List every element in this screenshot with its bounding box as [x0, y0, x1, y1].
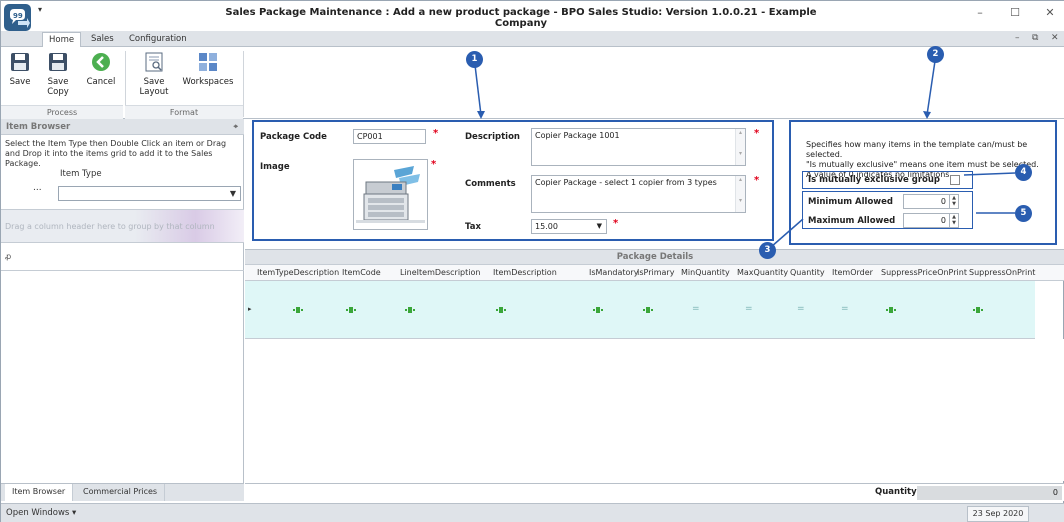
col-quantity[interactable]: Quantity [790, 268, 825, 277]
application-window: 99 ▾ Sales Package Maintenance : Add a n… [0, 0, 1064, 522]
package-details-column-headers: ItemTypeDescription ItemCode LineItemDes… [245, 265, 1064, 281]
totals-row: Quantity 0 [245, 483, 1064, 501]
empty-cell-dash: = [797, 304, 805, 314]
new-cell-icon [643, 307, 653, 313]
col-suppress-on-print[interactable]: SuppressOnPrint [969, 268, 1035, 277]
open-windows-dropdown[interactable]: Open Windows ▾ [6, 508, 76, 518]
empty-cell-dash: = [745, 304, 753, 314]
col-is-mandatory[interactable]: IsMandatory [589, 268, 638, 277]
quantity-label: Quantity [875, 487, 917, 497]
package-details-header: Package Details [245, 249, 1064, 265]
new-cell-icon [593, 307, 603, 313]
row-indicator-icon: ▸ [248, 305, 252, 313]
package-details-body[interactable] [245, 339, 1064, 481]
status-date: 23 Sep 2020 [967, 506, 1029, 522]
callout-5: 5 [1015, 205, 1032, 222]
col-item-type-description[interactable]: ItemTypeDescription [257, 268, 339, 277]
col-max-quantity[interactable]: MaxQuantity [737, 268, 788, 277]
status-bar: Open Windows ▾ 23 Sep 2020 [1, 503, 1064, 522]
col-suppress-price-on-print[interactable]: SuppressPriceOnPrint [881, 268, 967, 277]
col-item-code[interactable]: ItemCode [342, 268, 381, 277]
col-is-primary[interactable]: IsPrimary [637, 268, 674, 277]
new-cell-icon [405, 307, 415, 313]
new-cell-icon [293, 307, 303, 313]
col-item-order[interactable]: ItemOrder [832, 268, 873, 277]
callout-3: 3 [759, 242, 776, 259]
new-cell-icon [973, 307, 983, 313]
empty-cell-dash: = [692, 304, 700, 314]
new-cell-icon [346, 307, 356, 313]
callout-2: 2 [927, 46, 944, 63]
new-item-row[interactable]: ▸ = = = = [245, 281, 1035, 339]
new-cell-icon [886, 307, 896, 313]
col-item-description[interactable]: ItemDescription [493, 268, 557, 277]
empty-cell-dash: = [841, 304, 849, 314]
col-min-quantity[interactable]: MinQuantity [681, 268, 730, 277]
quantity-total: 0 [917, 486, 1062, 500]
new-cell-icon [496, 307, 506, 313]
col-line-item-description[interactable]: LineItemDescription [400, 268, 480, 277]
callout-4: 4 [1015, 164, 1032, 181]
callout-1: 1 [466, 51, 483, 68]
